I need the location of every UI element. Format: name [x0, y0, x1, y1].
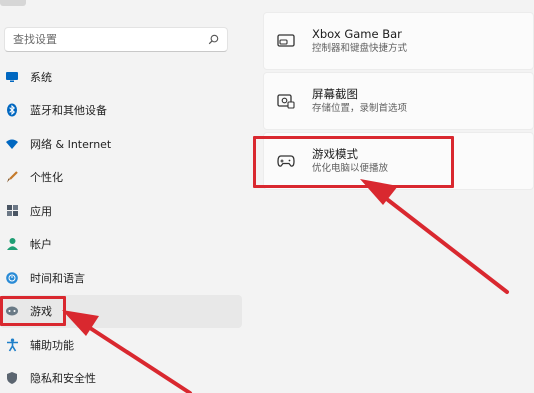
wifi-icon	[4, 136, 20, 152]
sidebar-item-time-language[interactable]: 时间和语言	[0, 261, 242, 295]
sidebar-item-label: 时间和语言	[30, 271, 85, 285]
sidebar-item-personalization[interactable]: 个性化	[0, 161, 242, 195]
sidebar-item-gaming[interactable]: 游戏	[0, 294, 242, 328]
sidebar-item-accounts[interactable]: 帐户	[0, 228, 242, 262]
sidebar-item-label: 蓝牙和其他设备	[30, 104, 107, 118]
card-subtitle: 存储位置，录制首选项	[312, 103, 408, 114]
highlight-box	[253, 136, 454, 188]
card-title: 屏幕截图	[312, 87, 358, 101]
card-title: Xbox Game Bar	[312, 27, 402, 41]
accessibility-icon	[4, 337, 20, 353]
apps-icon	[4, 203, 20, 219]
capture-icon	[276, 91, 296, 111]
search-icon[interactable]	[207, 34, 219, 46]
sidebar-item-label: 帐户	[30, 238, 52, 252]
sidebar-item-label: 辅助功能	[30, 338, 74, 352]
sidebar-item-label: 应用	[30, 204, 52, 218]
sidebar-item-label: 隐私和安全性	[30, 372, 96, 386]
game-bar-icon	[276, 31, 296, 51]
person-icon	[4, 236, 20, 252]
card-captures[interactable]: 屏幕截图 存储位置，录制首选项	[263, 72, 534, 130]
sidebar-nav: 系统 蓝牙和其他设备 网络 & Internet 个性化 应用 帐户 时间和语言…	[0, 60, 242, 393]
sidebar-item-apps[interactable]: 应用	[0, 194, 242, 228]
sidebar-item-label: 网络 & Internet	[30, 137, 112, 151]
monitor-icon	[4, 69, 20, 85]
sidebar-item-label: 个性化	[30, 171, 63, 185]
arrow-to-game-mode	[360, 179, 509, 294]
card-subtitle: 控制器和键盘快捷方式	[312, 43, 408, 54]
search-input[interactable]	[13, 33, 207, 46]
sidebar-item-bluetooth[interactable]: 蓝牙和其他设备	[0, 94, 242, 128]
sidebar-item-system[interactable]: 系统	[0, 60, 242, 94]
highlight-box	[0, 295, 66, 326]
bluetooth-icon	[4, 102, 20, 118]
sidebar-item-network[interactable]: 网络 & Internet	[0, 127, 242, 161]
window-edge	[0, 0, 26, 6]
shield-icon	[4, 370, 20, 386]
brush-icon	[4, 169, 20, 185]
sidebar-item-label: 系统	[30, 70, 52, 84]
search-box[interactable]	[4, 27, 228, 52]
sidebar-item-privacy[interactable]: 隐私和安全性	[0, 362, 242, 393]
globe-clock-icon	[4, 270, 20, 286]
card-xbox-game-bar[interactable]: Xbox Game Bar 控制器和键盘快捷方式	[263, 12, 534, 70]
sidebar-item-accessibility[interactable]: 辅助功能	[0, 328, 242, 362]
